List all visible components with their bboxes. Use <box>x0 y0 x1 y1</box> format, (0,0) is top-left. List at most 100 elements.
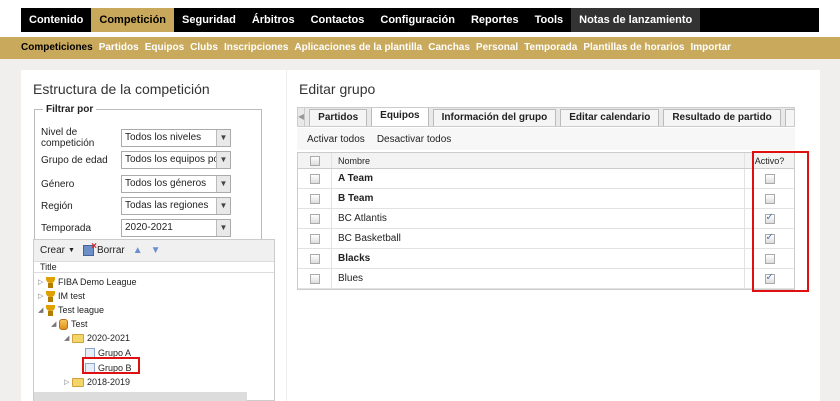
menu-competicion[interactable]: Competición <box>91 8 175 32</box>
menu-configuracion[interactable]: Configuración <box>372 8 463 32</box>
subnav-inscripciones[interactable]: Inscripciones <box>224 37 294 59</box>
row-select-checkbox[interactable] <box>309 253 320 264</box>
delete-icon <box>82 241 97 256</box>
create-label: Crear <box>40 245 66 256</box>
tree-node-label: 2020-2021 <box>87 333 131 343</box>
filter-row: Género Todos los géneros ▼ <box>41 175 257 193</box>
tab-clasificacion[interactable]: Clasificac <box>784 109 794 126</box>
filter-row: Nivel de competición Todos los niveles ▼ <box>41 127 257 149</box>
folder-icon <box>72 377 84 387</box>
select-value: Todos los géneros <box>125 178 207 189</box>
select-value: 2020-2021 <box>125 222 173 233</box>
tree-node[interactable]: ▷ 2018-2019 <box>64 375 130 389</box>
menu-seguridad[interactable]: Seguridad <box>174 8 244 32</box>
temporada-select[interactable]: 2020-2021 ▼ <box>121 219 231 237</box>
menu-reportes[interactable]: Reportes <box>463 8 527 32</box>
tree-node[interactable]: ▷ IM test <box>38 289 85 303</box>
edit-group-panel: Editar grupo ◀ Partidos Equipos Informac… <box>287 70 820 401</box>
tab-equipos[interactable]: Equipos <box>371 108 429 126</box>
table-row[interactable]: BC Basketball <box>298 229 794 249</box>
row-select-checkbox[interactable] <box>309 273 320 284</box>
tab-resultado-partido[interactable]: Resultado de partido <box>663 109 781 126</box>
chevron-down-icon[interactable]: ▼ <box>216 176 230 192</box>
teams-grid: Nombre Activo? A Team B Team BC Atlantis BC… <box>297 152 795 290</box>
activate-all-button[interactable]: Activar todos <box>307 134 365 145</box>
caret-down-icon: ▼ <box>68 247 75 254</box>
collapse-icon[interactable]: ◢ <box>38 306 46 314</box>
row-select-checkbox[interactable] <box>309 193 320 204</box>
table-row[interactable]: A Team <box>298 169 794 189</box>
filter-row: Grupo de edad Todos los equipos por ▼ <box>41 151 257 169</box>
select-value: Todos los niveles <box>125 132 202 143</box>
selected-row-highlight <box>34 392 247 401</box>
menu-notas-lanzamiento[interactable]: Notas de lanzamiento <box>571 8 701 32</box>
tree-node-label: IM test <box>58 291 86 301</box>
subnav-importar[interactable]: Importar <box>691 37 738 59</box>
table-row[interactable]: B Team <box>298 189 794 209</box>
chevron-down-icon[interactable]: ▼ <box>216 130 230 146</box>
select-all-checkbox[interactable] <box>309 155 320 166</box>
grid-toolbar: Activar todos Desactivar todos <box>297 128 795 150</box>
tree-node[interactable]: ◢ 2020-2021 <box>64 331 130 345</box>
menu-contenido[interactable]: Contenido <box>21 8 91 32</box>
delete-label: Borrar <box>96 245 125 256</box>
move-up-icon[interactable]: ▲ <box>133 245 143 256</box>
chevron-down-icon[interactable]: ▼ <box>216 220 230 236</box>
panel-title: Editar grupo <box>299 81 376 97</box>
subnav-canchas[interactable]: Canchas <box>428 37 476 59</box>
collapse-icon[interactable]: ◢ <box>51 320 59 328</box>
tab-informacion-grupo[interactable]: Información del grupo <box>432 109 557 126</box>
row-select-cell <box>298 269 332 288</box>
deactivate-all-button[interactable]: Desactivar todos <box>377 134 451 145</box>
tree-node[interactable]: ▷ FIBA Demo League <box>38 275 137 289</box>
menu-arbitros[interactable]: Árbitros <box>244 8 303 32</box>
grid-rows: A Team B Team BC Atlantis BC Basketball Blac… <box>298 169 794 289</box>
genero-select[interactable]: Todos los géneros ▼ <box>121 175 231 193</box>
filter-row: Región Todas las regiones ▼ <box>41 197 257 215</box>
column-header-name: Nombre <box>338 155 371 166</box>
subnav-equipos[interactable]: Equipos <box>145 37 190 59</box>
row-select-checkbox[interactable] <box>309 173 320 184</box>
subnav-aplicaciones[interactable]: Aplicaciones de la plantilla <box>294 37 428 59</box>
row-select-checkbox[interactable] <box>309 213 320 224</box>
expand-icon[interactable]: ▷ <box>38 278 46 286</box>
team-name: BC Atlantis <box>338 213 387 224</box>
chevron-left-icon[interactable]: ◀ <box>298 108 306 126</box>
folder-icon <box>72 333 84 343</box>
subnav-competiciones[interactable]: Competiciones <box>21 37 99 59</box>
tree-toolbar: Crear▼ Borrar ▲ ▼ <box>34 240 274 262</box>
select-value: Todas las regiones <box>125 200 209 211</box>
collapse-icon[interactable]: ◢ <box>64 334 72 342</box>
highlight-box-grupo-b <box>82 357 140 374</box>
menu-contactos[interactable]: Contactos <box>303 8 373 32</box>
tree-node[interactable]: ◢ Test <box>51 317 88 331</box>
tree-node[interactable]: ◢ Test league <box>38 303 104 317</box>
tab-editar-calendario[interactable]: Editar calendario <box>560 109 660 126</box>
subnav-plantillas-horarios[interactable]: Plantillas de horarios <box>583 37 690 59</box>
menu-tools[interactable]: Tools <box>527 8 572 32</box>
tree-node-label: 2018-2019 <box>87 377 131 387</box>
expand-icon[interactable]: ▷ <box>38 292 46 300</box>
tab-partidos[interactable]: Partidos <box>309 109 368 126</box>
competition-structure-panel: Estructura de la competición Filtrar por… <box>21 70 286 401</box>
trophy-icon <box>46 290 55 302</box>
row-select-checkbox[interactable] <box>309 233 320 244</box>
chevron-down-icon[interactable]: ▼ <box>216 152 230 168</box>
expand-icon[interactable]: ▷ <box>64 378 72 386</box>
subnav-clubs[interactable]: Clubs <box>190 37 224 59</box>
subnav-personal[interactable]: Personal <box>476 37 524 59</box>
nivel-select[interactable]: Todos los niveles ▼ <box>121 129 231 147</box>
tree-node-label: Test league <box>58 305 105 315</box>
chevron-down-icon[interactable]: ▼ <box>216 198 230 214</box>
move-down-icon[interactable]: ▼ <box>151 245 161 256</box>
subnav-partidos[interactable]: Partidos <box>99 37 145 59</box>
select-all-cell <box>298 153 332 168</box>
delete-button[interactable]: Borrar <box>82 241 125 256</box>
table-row[interactable]: Blacks <box>298 249 794 269</box>
create-button[interactable]: Crear ▼ <box>40 245 75 256</box>
subnav-temporada[interactable]: Temporada <box>524 37 583 59</box>
grupo-edad-select[interactable]: Todos los equipos por ▼ <box>121 151 231 169</box>
region-select[interactable]: Todas las regiones ▼ <box>121 197 231 215</box>
table-row[interactable]: Blues <box>298 269 794 289</box>
table-row[interactable]: BC Atlantis <box>298 209 794 229</box>
